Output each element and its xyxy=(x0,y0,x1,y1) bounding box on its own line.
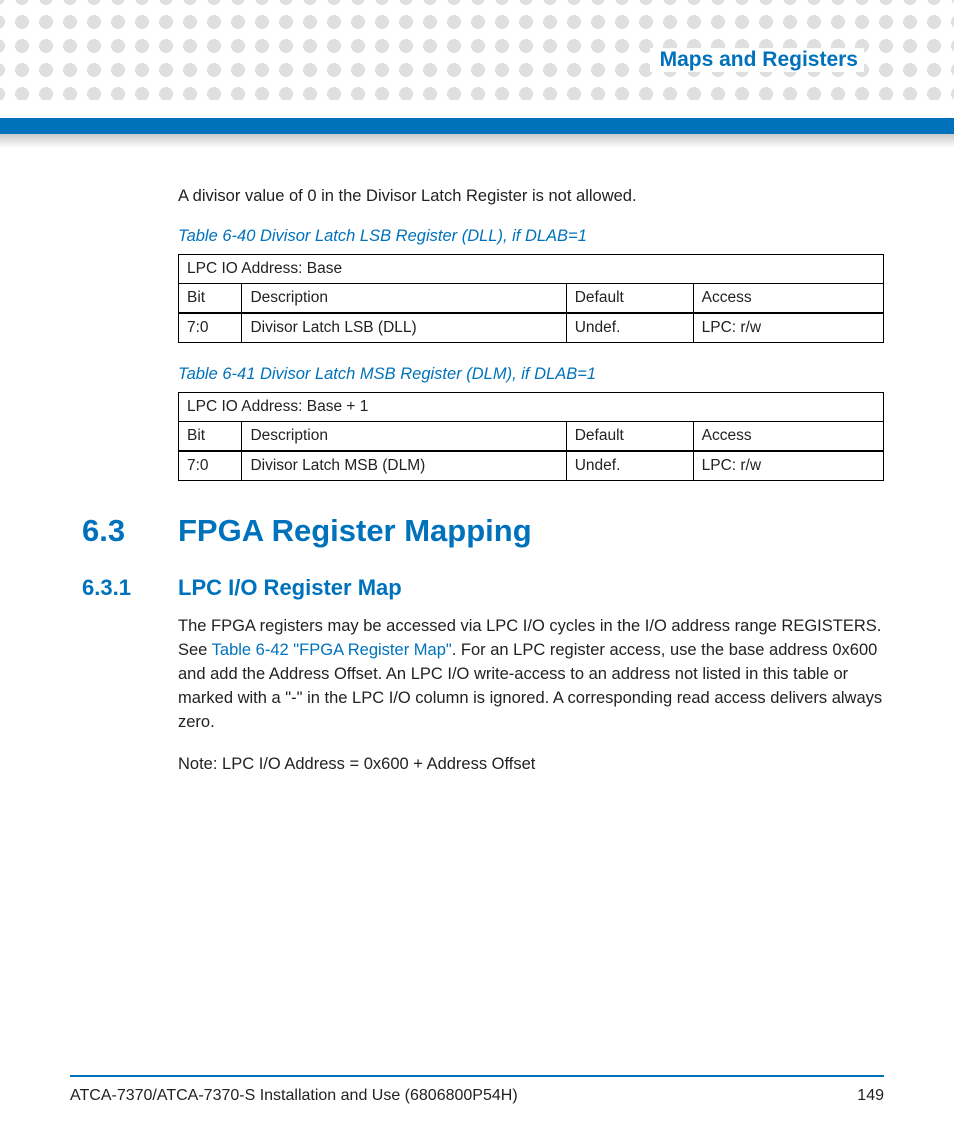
table-6-41-caption: Table 6-41 Divisor Latch MSB Register (D… xyxy=(178,365,884,384)
table-address-row: LPC IO Address: Base + 1 xyxy=(179,392,884,421)
section-title: FPGA Register Mapping xyxy=(178,513,532,549)
table-row: 7:0 Divisor Latch MSB (DLM) Undef. LPC: … xyxy=(179,451,884,481)
section-6-3-heading: 6.3 FPGA Register Mapping xyxy=(178,513,884,549)
cell-access: LPC: r/w xyxy=(693,451,883,481)
table-6-41: LPC IO Address: Base + 1 Bit Description… xyxy=(178,392,884,481)
header-rule-shadow xyxy=(0,134,954,148)
cell-description: Divisor Latch LSB (DLL) xyxy=(242,313,566,343)
col-header-default: Default xyxy=(566,421,693,451)
table-6-40-caption: Table 6-40 Divisor Latch LSB Register (D… xyxy=(178,227,884,246)
page-content: A divisor value of 0 in the Divisor Latc… xyxy=(178,185,884,794)
cell-access: LPC: r/w xyxy=(693,313,883,343)
table-row: 7:0 Divisor Latch LSB (DLL) Undef. LPC: … xyxy=(179,313,884,343)
section-number: 6.3 xyxy=(82,513,178,549)
cell-description: Divisor Latch MSB (DLM) xyxy=(242,451,566,481)
header-rule xyxy=(0,118,954,134)
cell-bit: 7:0 xyxy=(179,451,242,481)
col-header-access: Access xyxy=(693,421,883,451)
table-6-40: LPC IO Address: Base Bit Description Def… xyxy=(178,254,884,343)
footer-rule xyxy=(70,1075,884,1077)
table-row: Bit Description Default Access xyxy=(179,421,884,451)
cell-default: Undef. xyxy=(566,451,693,481)
page-header-title: Maps and Registers xyxy=(650,48,864,72)
col-header-bit: Bit xyxy=(179,421,242,451)
footer-page-number: 149 xyxy=(857,1087,884,1105)
section-6-3-1-heading: 6.3.1 LPC I/O Register Map xyxy=(178,575,884,601)
col-header-default: Default xyxy=(566,283,693,313)
footer-doc-title: ATCA-7370/ATCA-7370-S Installation and U… xyxy=(70,1087,518,1105)
intro-paragraph: A divisor value of 0 in the Divisor Latc… xyxy=(178,185,884,209)
subsection-number: 6.3.1 xyxy=(82,575,178,601)
cell-default: Undef. xyxy=(566,313,693,343)
cell-bit: 7:0 xyxy=(179,313,242,343)
section-paragraph: The FPGA registers may be accessed via L… xyxy=(178,615,884,735)
table-row: LPC IO Address: Base xyxy=(179,254,884,283)
col-header-description: Description xyxy=(242,283,566,313)
note-paragraph: Note: LPC I/O Address = 0x600 + Address … xyxy=(178,753,884,777)
col-header-bit: Bit xyxy=(179,283,242,313)
col-header-description: Description xyxy=(242,421,566,451)
table-row: LPC IO Address: Base + 1 xyxy=(179,392,884,421)
table-address-row: LPC IO Address: Base xyxy=(179,254,884,283)
page-footer: ATCA-7370/ATCA-7370-S Installation and U… xyxy=(70,1075,884,1105)
table-6-42-link[interactable]: Table 6-42 "FPGA Register Map" xyxy=(212,641,452,659)
subsection-title: LPC I/O Register Map xyxy=(178,575,402,601)
table-row: Bit Description Default Access xyxy=(179,283,884,313)
col-header-access: Access xyxy=(693,283,883,313)
